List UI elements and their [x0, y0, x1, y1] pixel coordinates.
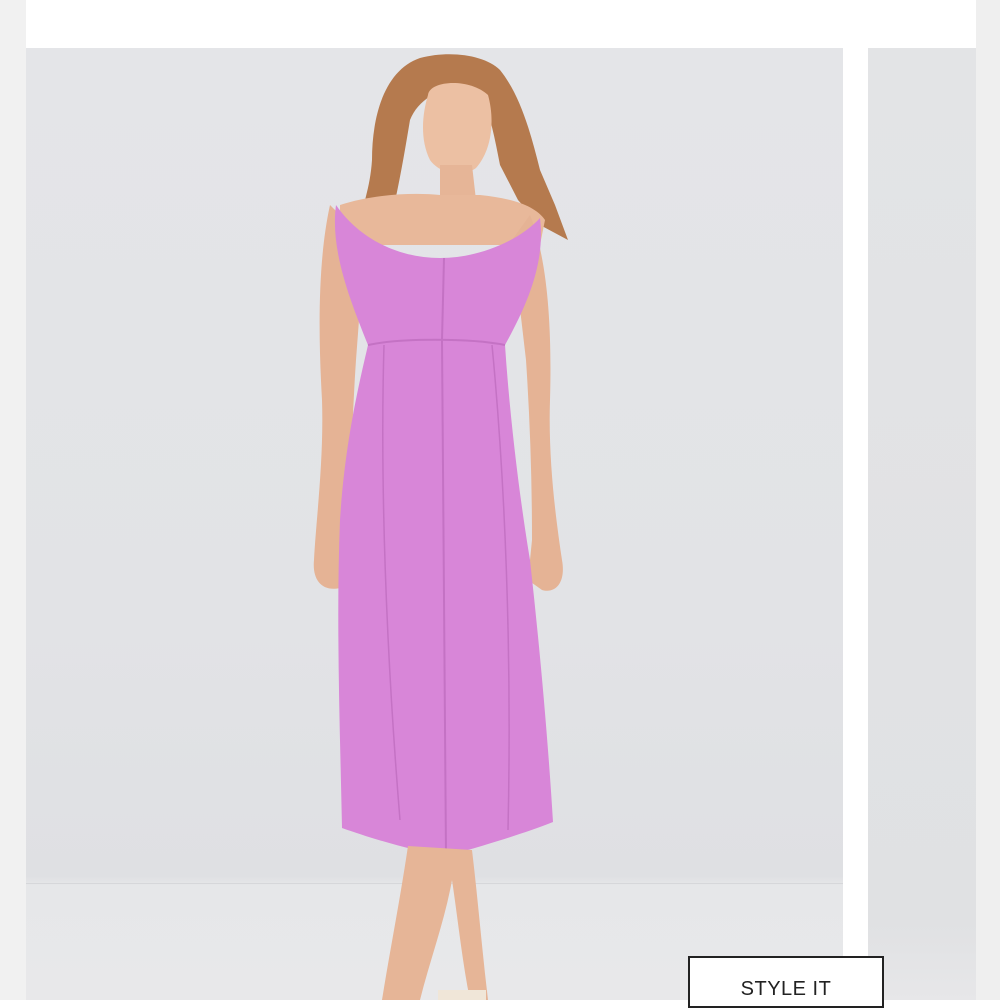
- legs: [382, 846, 488, 1000]
- face: [423, 82, 492, 174]
- model-wearing-dress-illustration: [313, 54, 568, 1000]
- neck: [440, 165, 476, 200]
- product-image-main[interactable]: [26, 48, 843, 1000]
- style-it-label: STYLE IT: [740, 978, 832, 1000]
- right-page-edge: [976, 0, 1000, 1000]
- left-page-edge: [0, 0, 26, 1000]
- style-it-button[interactable]: STYLE IT: [688, 956, 884, 1008]
- product-image-next[interactable]: [868, 48, 976, 1000]
- shoe: [438, 990, 486, 1000]
- top-whitespace: [26, 0, 976, 48]
